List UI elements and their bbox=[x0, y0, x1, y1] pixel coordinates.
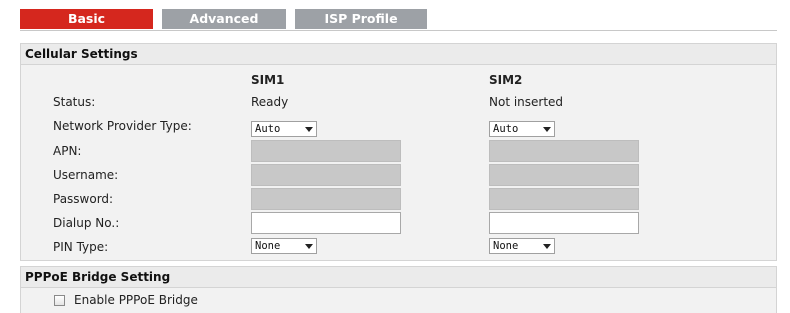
password-label: Password: bbox=[53, 192, 114, 206]
sim2-pin-type-select[interactable]: None bbox=[489, 238, 555, 254]
chevron-down-icon bbox=[543, 127, 551, 132]
sim1-username-field[interactable] bbox=[251, 164, 401, 186]
chevron-down-icon bbox=[305, 244, 313, 249]
sim2-username-field[interactable] bbox=[489, 164, 639, 186]
sim1-password-field[interactable] bbox=[251, 188, 401, 210]
sim2-provider-type-value: Auto bbox=[493, 123, 519, 135]
sim2-header: SIM2 bbox=[489, 73, 523, 87]
sim1-provider-type-select[interactable]: Auto bbox=[251, 121, 317, 137]
tab-isp-profile[interactable]: ISP Profile bbox=[295, 9, 427, 29]
tab-advanced[interactable]: Advanced bbox=[162, 9, 286, 29]
enable-pppoe-bridge-checkbox[interactable] bbox=[54, 295, 65, 306]
sim2-provider-type-select[interactable]: Auto bbox=[489, 121, 555, 137]
enable-pppoe-bridge-label[interactable]: Enable PPPoE Bridge bbox=[74, 293, 198, 307]
sim2-pin-type-value: None bbox=[493, 240, 519, 252]
status-label: Status: bbox=[53, 95, 96, 109]
sim1-pin-type-value: None bbox=[255, 240, 281, 252]
sim2-status: Not inserted bbox=[489, 95, 564, 109]
cellular-settings-section: Cellular Settings SIM1 SIM2 Status: Read… bbox=[20, 43, 777, 261]
chevron-down-icon bbox=[305, 127, 313, 132]
chevron-down-icon bbox=[543, 244, 551, 249]
section-title: Cellular Settings bbox=[21, 44, 776, 65]
pppoe-bridge-section: PPPoE Bridge Setting Enable PPPoE Bridge bbox=[20, 266, 777, 313]
sim1-status: Ready bbox=[251, 95, 289, 109]
sim2-password-field[interactable] bbox=[489, 188, 639, 210]
sim1-provider-type-value: Auto bbox=[255, 123, 281, 135]
sim2-dialup-field[interactable] bbox=[489, 212, 639, 234]
sim1-dialup-field[interactable] bbox=[251, 212, 401, 234]
sim1-pin-type-select[interactable]: None bbox=[251, 238, 317, 254]
provider-type-label: Network Provider Type: bbox=[53, 119, 192, 133]
pin-type-label: PIN Type: bbox=[53, 240, 109, 254]
tab-divider bbox=[20, 30, 777, 31]
tab-basic[interactable]: Basic bbox=[20, 9, 153, 29]
section-title: PPPoE Bridge Setting bbox=[21, 267, 776, 288]
sim1-header: SIM1 bbox=[251, 73, 285, 87]
username-label: Username: bbox=[53, 168, 119, 182]
sim2-apn-field[interactable] bbox=[489, 140, 639, 162]
dialup-label: Dialup No.: bbox=[53, 216, 120, 230]
apn-label: APN: bbox=[53, 144, 82, 158]
sim1-apn-field[interactable] bbox=[251, 140, 401, 162]
